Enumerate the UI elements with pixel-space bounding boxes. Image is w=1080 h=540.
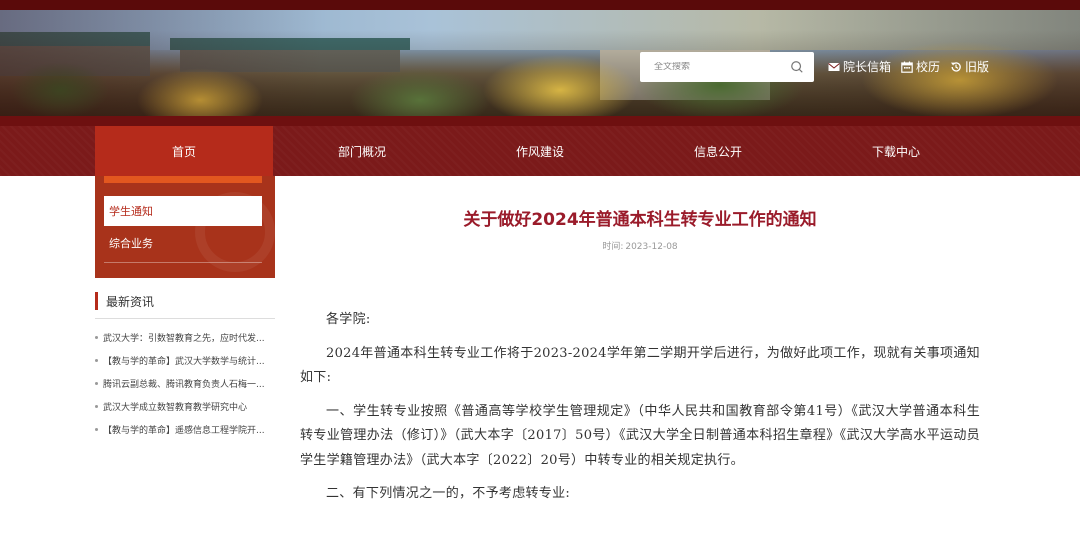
nav-item-department[interactable]: 部门概况 (273, 126, 451, 176)
publish-date: 2023-12-08 (625, 242, 678, 252)
news-item-text: 腾讯云副总裁、腾讯教育负责人石梅一... (103, 380, 265, 390)
article-body: 各学院: 2024年普通本科生转专业工作将于2023-2024学年第二学期开学后… (300, 308, 980, 516)
nav-item-style[interactable]: 作风建设 (451, 126, 629, 176)
article-paragraph: 各学院: (326, 312, 371, 327)
bullet-icon (95, 336, 98, 339)
news-item[interactable]: 腾讯云副总裁、腾讯教育负责人石梅一... (95, 372, 275, 395)
nav-item-download[interactable]: 下载中心 (807, 126, 985, 176)
article-paragraph: 一、学生转专业按照《普通高等学校学生管理规定》（中华人民共和国教育部令第41号）… (300, 403, 980, 468)
campus-banner: 院长信箱 校历 旧版 (0, 10, 1080, 116)
link-old-version[interactable]: 旧版 (950, 58, 989, 75)
main-nav: 首页 部门概况 作风建设 信息公开 下载中心 (0, 126, 1080, 176)
link-calendar[interactable]: 校历 (901, 58, 940, 75)
nav-item-info[interactable]: 信息公开 (629, 126, 807, 176)
search-icon[interactable] (790, 60, 804, 74)
top-strip (0, 0, 1080, 10)
link-label: 旧版 (965, 60, 990, 74)
history-icon (951, 61, 961, 72)
search-box (640, 52, 814, 82)
news-item[interactable]: 武汉大学成立数智教育教学研究中心 (95, 395, 275, 418)
article-title: 关于做好2024年普通本科生转专业工作的通知 (463, 210, 817, 230)
sidebar-item-student-notice[interactable]: 学生通知 (104, 196, 262, 226)
banner-bottom-band (0, 116, 1080, 126)
bullet-icon (95, 428, 98, 431)
article-paragraph: 2024年普通本科生转专业工作将于2023-2024学年第二学期开学后进行，为做… (300, 345, 980, 386)
sidebar-divider (104, 262, 262, 263)
bullet-icon (95, 359, 98, 362)
news-item[interactable]: 【教与学的革命】武汉大学数学与统计... (95, 349, 275, 372)
link-label: 院长信箱 (843, 60, 892, 74)
news-item-text: 【教与学的革命】武汉大学数学与统计... (103, 357, 265, 367)
nav-item-home[interactable]: 首页 (95, 126, 273, 176)
mail-icon (828, 62, 840, 71)
article-meta: 时间: 2023-12-08 (300, 239, 980, 252)
sidebar-stripe (104, 176, 262, 183)
sidebar-menu: 学生通知 综合业务 (95, 176, 275, 278)
bullet-icon (95, 382, 98, 385)
article-paragraph: 二、有下列情况之一的，不予考虑转专业: (326, 486, 571, 501)
search-input[interactable] (654, 62, 794, 72)
latest-news-heading: 最新资讯 (95, 292, 154, 310)
news-divider (95, 318, 275, 319)
link-label: 校历 (916, 60, 941, 74)
news-item-text: 武汉大学成立数智教育教学研究中心 (103, 403, 248, 413)
bullet-icon (95, 405, 98, 408)
time-label: 时间: (602, 242, 624, 252)
news-item-text: 武汉大学：引数智教育之先，应时代发... (103, 334, 265, 344)
link-principal-mailbox[interactable]: 院长信箱 (828, 58, 891, 75)
news-item[interactable]: 【教与学的革命】遥感信息工程学院开... (95, 418, 275, 441)
top-links: 院长信箱 校历 旧版 (828, 58, 989, 75)
latest-news-list: 武汉大学：引数智教育之先，应时代发... 【教与学的革命】武汉大学数学与统计..… (95, 326, 275, 441)
news-item-text: 【教与学的革命】遥感信息工程学院开... (103, 426, 265, 436)
sidebar-item-general-affairs[interactable]: 综合业务 (104, 228, 262, 258)
news-item[interactable]: 武汉大学：引数智教育之先，应时代发... (95, 326, 275, 349)
calendar-icon (901, 61, 913, 73)
